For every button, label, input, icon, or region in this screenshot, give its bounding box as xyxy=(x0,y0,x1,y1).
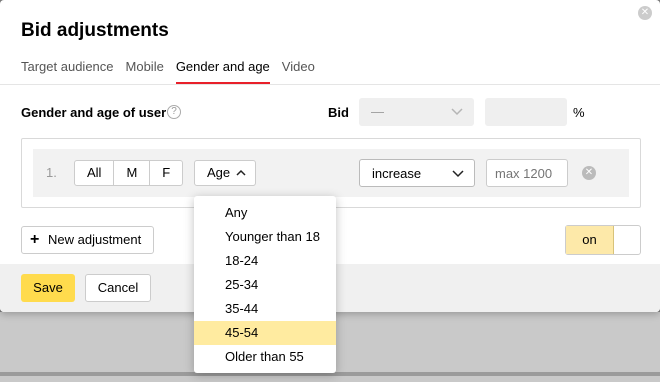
age-option-any[interactable]: Any xyxy=(194,201,336,225)
percent-sign: % xyxy=(573,105,585,120)
remove-rule-icon[interactable]: ✕ xyxy=(582,166,596,180)
bid-select-value: — xyxy=(371,104,384,119)
gender-all-button[interactable]: All xyxy=(75,161,115,185)
bid-label: Bid xyxy=(328,105,349,120)
age-option-35-44[interactable]: 35-44 xyxy=(194,297,336,321)
direction-select[interactable]: increase xyxy=(359,159,475,187)
section-label: Gender and age of user xyxy=(21,105,167,120)
chevron-down-icon xyxy=(452,170,464,178)
age-button-label: Age xyxy=(207,165,231,180)
age-dropdown-menu: Any Younger than 18 18-24 25-34 35-44 45… xyxy=(194,196,336,373)
gender-m-button[interactable]: M xyxy=(114,161,151,185)
new-adjustment-button[interactable]: + New adjustment xyxy=(21,226,154,254)
bid-value-input[interactable] xyxy=(486,159,568,187)
plus-icon: + xyxy=(30,231,40,248)
new-adjustment-label: New adjustment xyxy=(48,232,142,247)
age-option-older-than-55[interactable]: Older than 55 xyxy=(194,345,336,369)
save-button[interactable]: Save xyxy=(21,274,75,302)
bid-direction-select: — xyxy=(359,98,474,126)
tab-gender-and-age[interactable]: Gender and age xyxy=(175,59,270,84)
chevron-down-icon xyxy=(451,108,463,116)
age-option-younger-than-18[interactable]: Younger than 18 xyxy=(194,225,336,249)
tab-mobile[interactable]: Mobile xyxy=(126,59,164,84)
help-icon[interactable]: ? xyxy=(167,105,181,119)
gender-f-button[interactable]: F xyxy=(150,161,182,185)
direction-select-value: increase xyxy=(372,166,422,181)
adjustment-rule-row: 1. All M F Age increase ✕ xyxy=(33,149,629,197)
tab-target-audience[interactable]: Target audience xyxy=(21,59,114,84)
age-option-25-34[interactable]: 25-34 xyxy=(194,273,336,297)
cancel-button[interactable]: Cancel xyxy=(85,274,151,302)
chevron-up-icon xyxy=(236,169,246,176)
tab-video[interactable]: Video xyxy=(282,59,315,84)
age-option-18-24[interactable]: 18-24 xyxy=(194,249,336,273)
dialog-title: Bid adjustments xyxy=(21,20,169,41)
bid-adjustments-dialog: ✕ Bid adjustments Target audience Mobile… xyxy=(0,0,660,373)
rule-number: 1. xyxy=(46,165,57,180)
on-off-toggle[interactable]: on xyxy=(565,225,641,255)
age-dropdown-button[interactable]: Age xyxy=(194,160,256,186)
gender-segmented-control: All M F xyxy=(74,160,184,186)
tab-bar: Target audience Mobile Gender and age Vi… xyxy=(21,59,327,84)
age-option-45-54[interactable]: 45-54 xyxy=(194,321,336,345)
close-icon[interactable]: ✕ xyxy=(638,6,652,20)
bid-percent-input xyxy=(485,98,567,126)
tabs-divider xyxy=(0,84,660,85)
toggle-on-label: on xyxy=(566,226,614,254)
